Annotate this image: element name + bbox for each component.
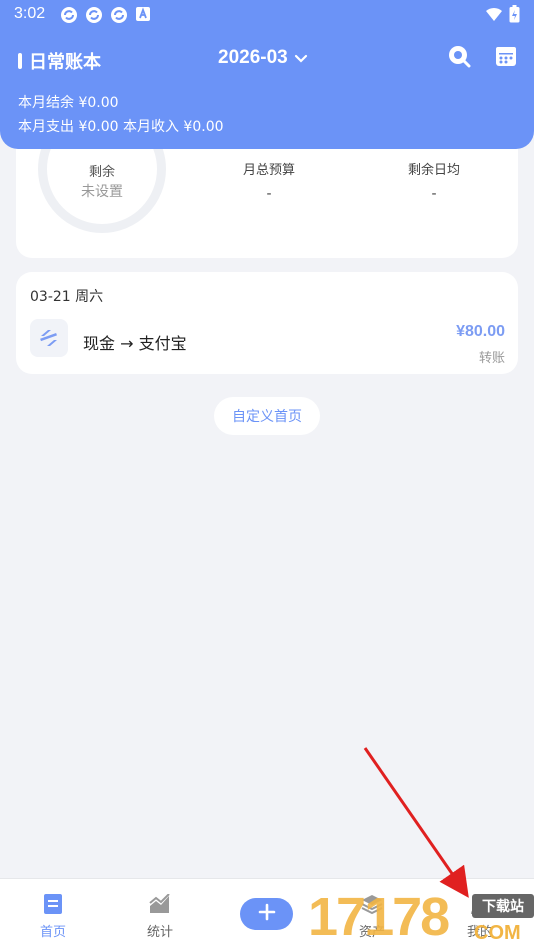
book-selector[interactable]: 日常账本 (18, 48, 101, 74)
book-indicator (18, 53, 22, 69)
transaction-date: 03-21 周六 (30, 289, 104, 305)
tab-home-label: 首页 (39, 925, 66, 940)
tab-statistics[interactable]: 统计 (130, 893, 190, 940)
month-selector[interactable]: 2026-03 (218, 47, 308, 69)
book-name: 日常账本 (29, 52, 101, 73)
daily-average: 剩余日均 - (364, 159, 504, 202)
status-bar: 3:02 (0, 0, 534, 30)
monthly-budget-label: 月总预算 (242, 163, 295, 178)
transaction-type: 转账 (478, 351, 505, 366)
status-right-icons (485, 5, 520, 27)
tab-home[interactable]: 首页 (23, 893, 83, 940)
remain-label: 剩余 (88, 165, 115, 180)
transaction-group: 03-21 周六 现金 → 支付宝 ¥80.00 转账 (16, 272, 518, 374)
plus-icon (258, 903, 276, 925)
watermark-domain: COM (474, 922, 521, 944)
remain-value: 未设置 (81, 184, 123, 200)
watermark-digits: 17178 (308, 887, 450, 947)
translate-icon (135, 6, 153, 24)
transaction-title: 现金 → 支付宝 (83, 334, 187, 353)
monthly-budget: 月总预算 - (199, 159, 339, 202)
month-value: 2026-03 (218, 47, 288, 68)
home-icon (23, 893, 83, 915)
month-expense-income: 本月支出 ¥0.00 本月收入 ¥0.00 (18, 119, 224, 135)
search-icon (447, 44, 471, 72)
transfer-icon (30, 319, 68, 357)
calendar-icon (494, 44, 518, 72)
chevron-down-icon (294, 49, 308, 68)
add-record-button[interactable] (240, 898, 293, 930)
search-button[interactable] (445, 44, 473, 72)
transaction-amount: ¥80.00 (456, 323, 505, 340)
sync-icon (110, 6, 128, 24)
daily-average-value: - (431, 186, 437, 202)
status-time: 3:02 (14, 5, 46, 22)
monthly-budget-value: - (266, 186, 272, 202)
watermark-box: 下载站 (472, 894, 534, 918)
sync-icon (85, 6, 103, 24)
chart-icon (130, 893, 190, 915)
customize-home-button[interactable]: 自定义首页 (214, 397, 320, 435)
wifi-icon (485, 6, 503, 26)
watermark-logo: 17178 下载站 COM (308, 886, 534, 950)
budget-card[interactable]: 剩余 未设置 月总预算 - 剩余日均 - (16, 149, 518, 258)
header: 日常账本 2026-03 本月结余 ¥0.00 本月支出 ¥0.00 本月收入 … (0, 30, 534, 149)
month-balance: 本月结余 ¥0.00 (18, 95, 119, 111)
sync-icon (60, 6, 78, 24)
battery-icon (509, 5, 520, 27)
status-notification-icons (60, 6, 153, 24)
tab-statistics-label: 统计 (146, 925, 173, 940)
daily-average-label: 剩余日均 (407, 163, 460, 178)
calendar-button[interactable] (492, 44, 520, 72)
